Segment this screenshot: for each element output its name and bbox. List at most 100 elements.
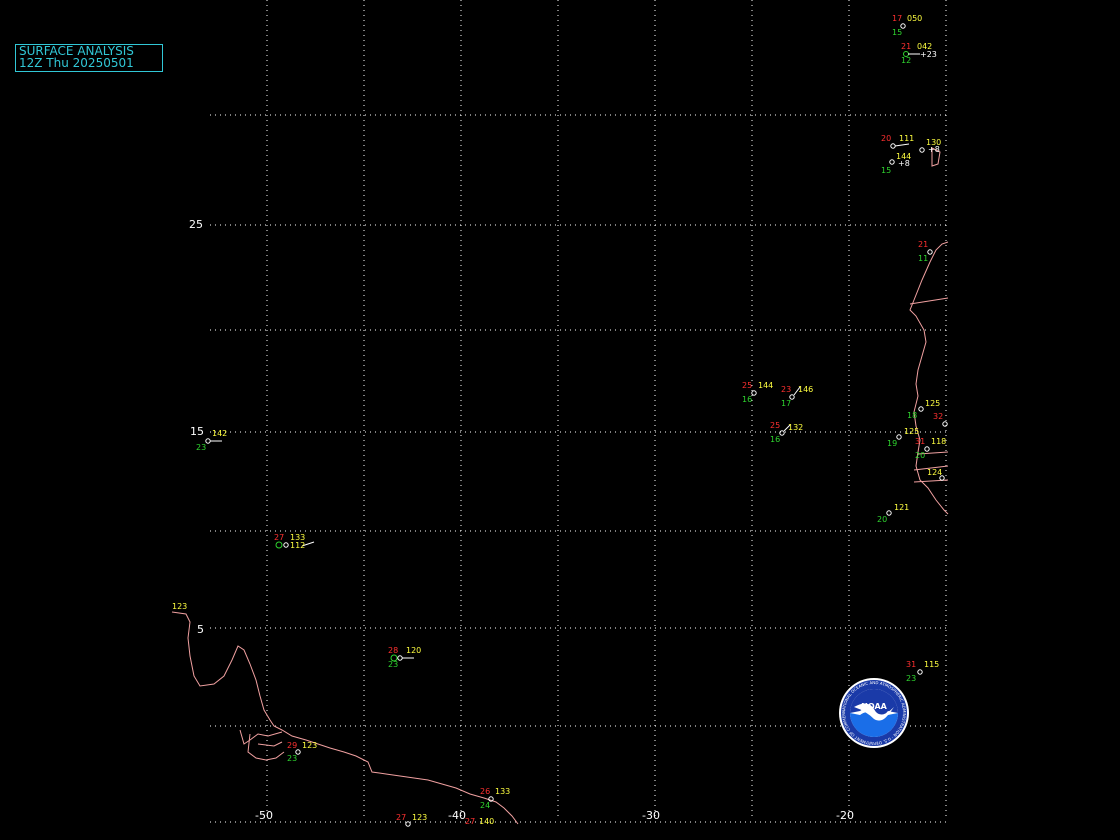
- station-temperature: 23: [781, 385, 791, 394]
- station-pressure: 118: [931, 437, 946, 446]
- station-dewpoint: 15: [892, 28, 902, 37]
- station-dewpoint: 23: [196, 443, 206, 452]
- station-dewpoint: 11: [918, 254, 928, 263]
- station-pressure: 125: [904, 427, 919, 436]
- lon-label: -20: [836, 809, 854, 822]
- station-plot: 25 132 16: [770, 421, 803, 444]
- station-pressure: 120: [406, 646, 421, 655]
- station-pressure: 123: [412, 813, 427, 822]
- station-circle: [927, 249, 933, 255]
- station-plot: 31 115 23: [906, 660, 939, 683]
- station-temperature: 21: [918, 240, 928, 249]
- station-circle: [917, 669, 923, 675]
- station-dewpoint: 18: [907, 411, 917, 420]
- africa-border: [909, 297, 949, 305]
- station-pressure: 142: [212, 429, 227, 438]
- map-valid-time: 12Z Thu 20250501: [19, 56, 134, 70]
- coast-detail: [239, 729, 283, 745]
- station-dewpoint: 23: [906, 674, 916, 683]
- noaa-logo: NOAA NATIONAL OCEANIC AND ATMOSPHERIC AD…: [839, 678, 909, 748]
- station-pressure: 146: [798, 385, 813, 394]
- station-temperature: 25: [742, 381, 752, 390]
- lon-label: -50: [255, 809, 273, 822]
- lat-label: 15: [190, 425, 204, 438]
- station-pressure: 050: [907, 14, 922, 23]
- station-dewpoint: 12: [901, 56, 911, 65]
- station-temperature: 27: [465, 817, 475, 826]
- station-plot: 17 050 15: [892, 14, 922, 37]
- station-temperature: 27: [274, 533, 284, 542]
- station-dewpoint: 24: [480, 801, 490, 810]
- station-circle: [896, 434, 902, 440]
- station-pressure: 115: [924, 660, 939, 669]
- station-dewpoint: 15: [881, 166, 891, 175]
- station-circle: [918, 406, 924, 412]
- station-plot: 21 11: [918, 240, 933, 263]
- weather-map: -50 -40 -30 -20 25 15 5 17 050 15 21 042…: [171, 0, 949, 827]
- axis-labels: -50 -40 -30 -20 25 15 5: [189, 218, 854, 822]
- station-pressure: 132: [788, 423, 803, 432]
- station-plot: 130 +8: [919, 138, 941, 154]
- station-dewpoint: 23: [388, 660, 398, 669]
- station-circle: [397, 655, 403, 661]
- station-temperature: 29: [287, 741, 297, 750]
- station-pressure: 121: [894, 503, 909, 512]
- station-temperature: 31: [915, 437, 925, 446]
- grid: [210, 0, 947, 823]
- lat-label: 25: [189, 218, 203, 231]
- station-plot: 25 144 16: [742, 381, 773, 404]
- station-pressure: 124: [927, 468, 942, 477]
- station-tendency: 112: [290, 541, 305, 550]
- station-temperature: 21: [901, 42, 911, 51]
- station-plot: 124: [927, 468, 945, 481]
- station-circle: [889, 159, 895, 165]
- station-temperature: 32: [933, 412, 943, 421]
- station-dewpoint: 23: [287, 754, 297, 763]
- station-pressure: 140: [479, 817, 494, 826]
- station-circle: [942, 421, 948, 427]
- station-temperature: 25: [770, 421, 780, 430]
- station-tendency: +8: [898, 159, 910, 168]
- lon-label: -30: [642, 809, 660, 822]
- station-plot: 123: [172, 602, 187, 611]
- station-pressure: 111: [899, 134, 914, 143]
- station-circle: [405, 821, 411, 827]
- station-pressure: 123: [172, 602, 187, 611]
- station-plot: 29 123 23: [287, 741, 317, 763]
- station-temperature: 26: [480, 787, 490, 796]
- station-temperature: 31: [906, 660, 916, 669]
- station-plot: 27 140: [465, 817, 494, 826]
- station-pressure: 125: [925, 399, 940, 408]
- station-circle: [890, 143, 896, 149]
- station-pressure: 144: [758, 381, 773, 390]
- station-dewpoint: 16: [742, 395, 752, 404]
- station-temperature: 17: [892, 14, 902, 23]
- station-plot: 21 042 12 +23: [901, 42, 937, 65]
- station-dewpoint: 17: [781, 399, 791, 408]
- south-america-coastline: [171, 611, 519, 825]
- station-pressure: 133: [495, 787, 510, 796]
- coast-detail: [257, 741, 283, 747]
- station-plot: 144 +8: [889, 152, 911, 168]
- station-circle: [919, 147, 925, 153]
- map-title-box: SURFACE ANALYSIS 12Z Thu 20250501: [15, 44, 163, 72]
- coastlines: [171, 147, 949, 825]
- station-tendency: +23: [920, 50, 937, 59]
- station-circle: [283, 542, 289, 548]
- station-temperature: 20: [881, 134, 891, 143]
- station-circle: [779, 430, 785, 436]
- station-tendency: +8: [928, 145, 940, 154]
- wind-barb: [894, 143, 910, 147]
- logo-wordmark: NOAA: [861, 702, 887, 711]
- station-plot: 27 133 112: [274, 533, 315, 550]
- station-pressure: 123: [302, 741, 317, 750]
- lon-label: -40: [448, 809, 466, 822]
- station-dewpoint: 16: [770, 435, 780, 444]
- station-dewpoint: 20: [915, 451, 925, 460]
- station-plot: 121 20: [877, 503, 909, 524]
- station-temperature: 27: [396, 813, 406, 822]
- station-observations: 17 050 15 21 042 12 +23 20 111 15 130 +8…: [172, 14, 948, 827]
- lat-label: 5: [197, 623, 204, 636]
- station-plot: 27 123: [396, 813, 427, 827]
- station-dewpoint: 19: [887, 439, 897, 448]
